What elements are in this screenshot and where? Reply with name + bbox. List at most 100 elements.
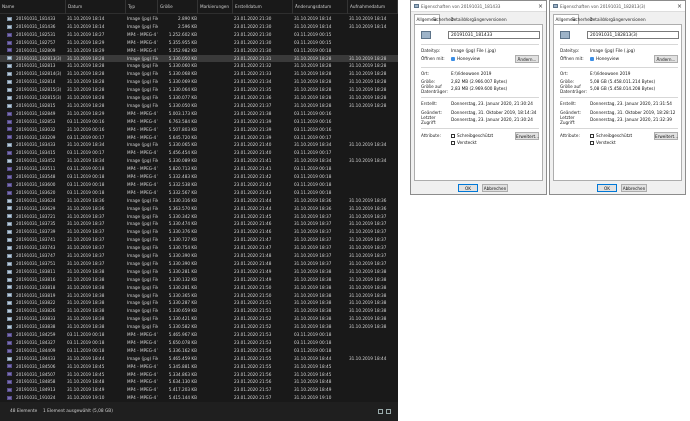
size-on-disk-label: Größe auf Datenträger: [560,84,587,94]
table-row[interactable]: 20191031_183819 31.10.2019 18:38 Image (jp… [0,292,398,300]
column-date[interactable]: Datum [66,0,126,14]
table-row[interactable]: 20191031_191024 31.10.2019 19:10 MP4 - MPE… [0,394,398,400]
table-row[interactable]: 20191031_183838 31.10.2019 18:38 Image (jp… [0,323,398,331]
cell-type: MP4 - MPEG-4 Vi... [127,371,158,377]
table-row[interactable]: 20191031_183624 31.10.2019 18:36 Image (jp… [0,197,398,205]
table-row[interactable]: 20191031_183629 31.10.2019 18:36 Image (jp… [0,205,398,213]
cell-modified: 03.11.2019 00:16 [294,126,332,132]
close-icon[interactable]: × [677,1,682,12]
table-row[interactable]: 20191031_183600 03.11.2019 00:18 MP4 - MPE… [0,181,398,189]
table-row[interactable]: 20191031_183209 03.11.2019 00:17 MP4 - MPE… [0,134,398,142]
cell-created: 23.01.2020 21:55 [234,363,272,369]
cell-name: 20191031_182815(3) [16,95,62,100]
table-row[interactable]: 20191031_184409 03.11.2019 00:18 MP4 - MPE… [0,347,398,355]
table-row[interactable]: 20191031_182757 31.10.2019 18:29 MP4 - MPE… [0,39,398,47]
details-view-icon[interactable] [378,409,383,414]
table-row[interactable]: 20191031_183751 31.10.2019 18:37 Image (jp… [0,260,398,268]
cell-created: 23.01.2020 21:49 [234,276,272,282]
cell-taken: 31.10.2019 18:28 [349,79,387,85]
table-row[interactable]: 20191031_182531 31.10.2019 18:27 MP4 - MPE… [0,31,398,39]
table-row[interactable]: 20191031_183735 31.10.2019 18:37 Image (jp… [0,220,398,228]
cell-name: 20191031_183511 [16,166,56,172]
table-row[interactable]: 20191031_183743 31.10.2019 18:37 Image (jp… [0,244,398,252]
table-row[interactable]: 20191031_182815(3) 31.10.2019 18:28 Image … [0,94,398,102]
cancel-button[interactable]: Abbrechen [621,184,647,192]
table-row[interactable]: 20191031_183620 03.11.2019 00:18 MP4 - MPE… [0,189,398,197]
table-row[interactable]: 20191031_184507 31.10.2019 18:45 MP4 - MPE… [0,371,398,379]
filetype-value: Image (jpg) File (.jpg) [451,48,496,53]
ok-button[interactable]: OK [597,184,617,192]
table-row[interactable]: 20191031_182849 31.10.2019 18:29 MP4 - MPE… [0,110,398,118]
table-row[interactable]: 20191031_183826 31.10.2019 18:38 Image (jp… [0,307,398,315]
table-row[interactable]: 20191031_183415 03.11.2019 00:17 MP4 - MPE… [0,149,398,157]
readonly-checkbox[interactable] [590,133,594,138]
column-size[interactable]: Größe [158,0,198,14]
video-file-icon [7,119,12,124]
table-row[interactable]: 20191031_184327 03.11.2019 00:18 MP4 - MPE… [0,339,398,347]
cell-size: 5.330.065 KB [168,142,197,148]
table-row[interactable]: 20191031_183741 31.10.2019 18:37 Image (jp… [0,236,398,244]
tab-previous-versions[interactable]: Vorgängerversionen [463,15,508,24]
tab-previous-versions[interactable]: Vorgängerversionen [602,15,647,24]
cell-modified: 31.10.2019 18:28 [294,55,332,61]
table-row[interactable]: 20191031_183721 31.10.2019 18:37 Image (jp… [0,213,398,221]
video-file-icon [7,348,12,353]
filename-field[interactable]: 20191031_181433 [448,31,540,39]
ok-button[interactable]: OK [458,184,478,192]
honeyview-icon [451,56,455,61]
tiles-view-icon[interactable] [386,409,391,414]
table-row[interactable]: 20191031_184913 31.10.2019 18:49 MP4 - MPE… [0,386,398,394]
cell-size: 5.330.316 KB [168,197,197,203]
column-tags[interactable]: Markierungen [198,0,233,14]
size-value: 5,08 GB (5.458.011.214 Bytes) [590,79,656,84]
column-taken[interactable]: Aufnahmedatum [348,0,398,14]
table-row[interactable]: 20191031_184433 31.10.2019 18:44 Image (jp… [0,355,398,363]
table-row[interactable]: 20191031_181433 31.10.2019 18:14 Image (jp… [0,15,398,23]
image-file-icon [7,214,12,219]
table-row[interactable]: 20191031_182809 31.10.2019 18:29 MP4 - MPE… [0,47,398,55]
table-row[interactable]: 20191031_182853 03.11.2019 00:16 MP4 - MPE… [0,118,398,126]
advanced-button[interactable]: Erweitert... [515,132,539,140]
table-row[interactable]: 20191031_181436 31.10.2019 18:14 Image (jp… [0,23,398,31]
table-row[interactable]: 20191031_182814(3) 31.10.2019 18:28 Image … [0,70,398,78]
table-row[interactable]: 20191031_183452 31.10.2019 18:34 Image (jp… [0,157,398,165]
video-file-icon [7,388,12,393]
readonly-checkbox[interactable] [451,133,455,138]
table-row[interactable]: 20191031_183433 31.10.2019 18:34 Image (jp… [0,141,398,149]
column-type[interactable]: Typ [126,0,158,14]
table-row[interactable]: 20191031_182815(3) 31.10.2019 18:28 Image … [0,86,398,94]
change-button[interactable]: Ändern... [515,55,539,63]
table-row[interactable]: 20191031_183032 31.10.2019 00:16 MP4 - MPE… [0,126,398,134]
column-created[interactable]: Erstelldatum [233,0,293,14]
table-row[interactable]: 20191031_183833 31.10.2019 18:38 Image (jp… [0,315,398,323]
table-row[interactable]: 20191031_182813 31.10.2019 18:28 Image (jp… [0,62,398,70]
hidden-checkbox[interactable] [451,140,455,145]
column-modified[interactable]: Änderungsdatum [293,0,348,14]
table-row[interactable]: 20191031_183739 31.10.2019 18:37 Image (jp… [0,228,398,236]
close-icon[interactable]: × [538,1,543,12]
image-file-icon [7,285,12,290]
table-row[interactable]: 20191031_183818 31.10.2019 18:38 Image (jp… [0,284,398,292]
table-row[interactable]: 20191031_183511 03.11.2019 00:18 MP4 - MPE… [0,165,398,173]
cancel-button[interactable]: Abbrechen [482,184,508,192]
hidden-checkbox[interactable] [590,140,594,145]
table-row[interactable]: 20191031_182814 31.10.2019 18:28 Image (jp… [0,78,398,86]
table-row[interactable]: 20191031_183822 31.10.2019 18:38 Image (jp… [0,299,398,307]
table-row[interactable]: 20191031_182815 31.10.2019 18:28 Image (jp… [0,102,398,110]
table-row[interactable]: 20191031_183811 31.10.2019 18:38 Image (jp… [0,268,398,276]
cell-created: 23.01.2020 21:46 [234,221,272,227]
column-name[interactable]: Name [0,0,66,14]
table-row[interactable]: 20191031_183747 31.10.2019 18:37 Image (jp… [0,252,398,260]
cell-name: 20191031_183209 [16,134,56,140]
table-row[interactable]: 20191031_184506 31.10.2019 18:45 MP4 - MPE… [0,363,398,371]
filename-field[interactable]: 20191031_182813(3) [587,31,679,39]
table-row[interactable]: 20191031_184259 03.11.2019 00:18 MP4 - MPE… [0,331,398,339]
cell-size: 5.330.132 KB [168,276,197,282]
change-button[interactable]: Ändern... [654,55,678,63]
cell-created: 23.01.2020 21:57 [234,395,272,400]
table-row[interactable]: 20191031_183816 31.10.2019 18:38 Image (jp… [0,276,398,284]
advanced-button[interactable]: Erweitert... [654,132,678,140]
table-row[interactable]: 20191031_184858 31.10.2019 18:48 MP4 - MPE… [0,378,398,386]
table-row[interactable]: 20191031_182813(3) 31.10.2019 18:28 Image … [0,54,398,63]
table-row[interactable]: 20191031_183548 03.11.2019 00:18 MP4 - MPE… [0,173,398,181]
